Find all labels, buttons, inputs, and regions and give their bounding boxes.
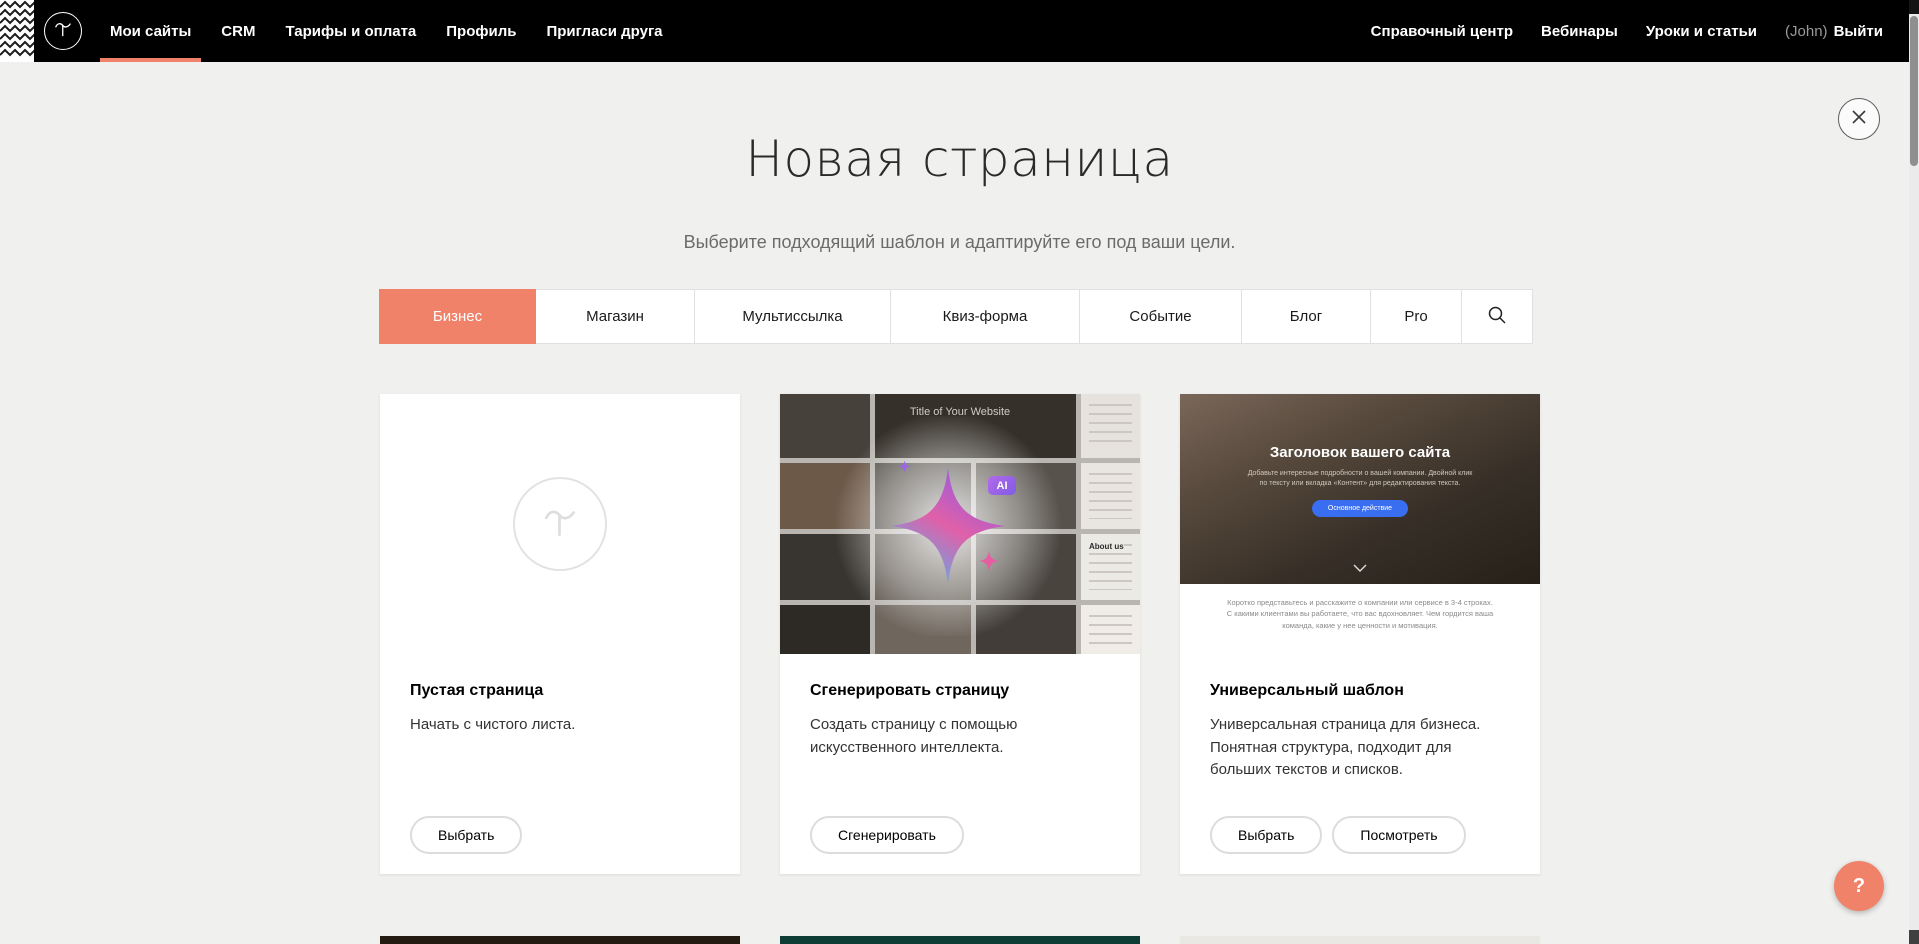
card-description: Универсальная страница для бизнеса. Поня…: [1210, 714, 1510, 782]
scrollbar-thumb[interactable]: [1910, 16, 1918, 166]
collage-panel-label: About us: [1089, 542, 1124, 551]
logout-label: Выйти: [1834, 23, 1883, 40]
nav-invite-friend[interactable]: Пригласи друга: [546, 0, 662, 62]
card-actions: Сгенерировать: [810, 816, 964, 854]
card-body: Универсальный шаблон Универсальная стран…: [1180, 654, 1540, 782]
card-actions: Выбрать Посмотреть: [1210, 816, 1466, 854]
card-title: Пустая страница: [410, 682, 710, 700]
template-hero-title: Заголовок вашего сайта: [1270, 444, 1450, 461]
search-icon: [1487, 305, 1507, 329]
blank-page-preview: [380, 394, 740, 654]
nav-label: Уроки и статьи: [1646, 23, 1757, 40]
template-preview: Заголовок вашего сайта Добавьте интересн…: [1180, 394, 1540, 654]
tab-business[interactable]: Бизнес: [379, 289, 536, 344]
card-title: Универсальный шаблон: [1210, 682, 1510, 700]
small-sparkle-icon: [978, 550, 1000, 572]
scroll-up-arrow[interactable]: [1909, 0, 1919, 14]
search-tab[interactable]: [1461, 289, 1533, 344]
new-page-dialog: Мои сайты CRM Тарифы и оплата Профиль Пр…: [0, 0, 1919, 944]
page-title: Новая страница: [0, 130, 1919, 188]
zigzag-pattern-decoration: [0, 0, 34, 62]
logout-link[interactable]: (John) Выйти: [1785, 0, 1883, 62]
help-button[interactable]: ?: [1834, 861, 1884, 911]
tab-event[interactable]: Событие: [1079, 289, 1242, 344]
tab-blog[interactable]: Блог: [1241, 289, 1371, 344]
tilda-logo-icon: [52, 18, 74, 45]
template-hero-subtitle: Добавьте интересные подробности о вашей …: [1243, 469, 1477, 489]
user-name: (John): [1785, 23, 1828, 40]
chevron-down-icon: [1353, 559, 1367, 577]
template-category-tabs: Бизнес Магазин Мультиссылка Квиз-форма С…: [380, 289, 1540, 344]
tiny-sparkle-icon: [898, 460, 911, 473]
card-body: Сгенерировать страницу Создать страницу …: [780, 654, 1140, 759]
select-blank-button[interactable]: Выбрать: [410, 816, 522, 854]
nav-help-center[interactable]: Справочный центр: [1371, 0, 1513, 62]
nav-lessons[interactable]: Уроки и статьи: [1646, 0, 1757, 62]
nav-tariffs[interactable]: Тарифы и оплата: [285, 0, 416, 62]
nav-label: Тарифы и оплата: [285, 23, 416, 40]
nav-label: Вебинары: [1541, 23, 1618, 40]
nav-label: Справочный центр: [1371, 23, 1513, 40]
top-navbar: Мои сайты CRM Тарифы и оплата Профиль Пр…: [0, 0, 1919, 62]
nav-my-sites[interactable]: Мои сайты: [110, 0, 191, 62]
tab-pro[interactable]: Pro: [1370, 289, 1462, 344]
nav-crm[interactable]: CRM: [221, 0, 255, 62]
card-body: Пустая страница Начать с чистого листа.: [380, 654, 740, 737]
card-title: Сгенерировать страницу: [810, 682, 1110, 700]
template-hero-button: Основное действие: [1312, 500, 1408, 517]
main-nav: Мои сайты CRM Тарифы и оплата Профиль Пр…: [110, 0, 663, 62]
tab-store[interactable]: Магазин: [535, 289, 695, 344]
nav-label: Профиль: [446, 23, 516, 40]
nav-label: CRM: [221, 23, 255, 40]
template-grid: Пустая страница Начать с чистого листа. …: [380, 394, 1540, 874]
card-description: Начать с чистого листа.: [410, 714, 710, 737]
generate-button[interactable]: Сгенерировать: [810, 816, 964, 854]
tilda-watermark-icon: [539, 501, 581, 548]
scroll-down-arrow[interactable]: [1909, 930, 1919, 944]
tilda-watermark-circle: [513, 477, 607, 571]
page-subtitle: Выберите подходящий шаблон и адаптируйте…: [0, 232, 1919, 253]
nav-label: Мои сайты: [110, 23, 191, 40]
vertical-scrollbar[interactable]: [1909, 0, 1919, 944]
next-template-card-preview[interactable]: [1180, 936, 1540, 944]
ai-badge: AI: [988, 476, 1016, 495]
nav-profile[interactable]: Профиль: [446, 0, 516, 62]
ai-preview: About us Title of Your Website: [780, 394, 1140, 654]
card-ai-generate[interactable]: About us Title of Your Website: [780, 394, 1140, 874]
tab-multilink[interactable]: Мультиссылка: [694, 289, 891, 344]
collage-site-title: Title of Your Website: [780, 406, 1140, 418]
tab-quiz-form[interactable]: Квиз-форма: [890, 289, 1080, 344]
select-template-button[interactable]: Выбрать: [1210, 816, 1322, 854]
preview-template-button[interactable]: Посмотреть: [1332, 816, 1465, 854]
nav-webinars[interactable]: Вебинары: [1541, 0, 1618, 62]
close-icon: [1851, 109, 1867, 130]
template-body-text: Коротко представьтесь и расскажите о ком…: [1180, 584, 1540, 654]
close-dialog-button[interactable]: [1838, 98, 1880, 140]
tilda-logo[interactable]: [44, 12, 82, 50]
nav-label: Пригласи друга: [546, 23, 662, 40]
card-description: Создать страницу с помощью искусственног…: [810, 714, 1110, 759]
template-hero-thumbnail: Заголовок вашего сайта Добавьте интересн…: [1180, 394, 1540, 584]
card-actions: Выбрать: [410, 816, 522, 854]
card-blank-page[interactable]: Пустая страница Начать с чистого листа. …: [380, 394, 740, 874]
next-template-row: [380, 936, 1540, 944]
card-universal-template[interactable]: Заголовок вашего сайта Добавьте интересн…: [1180, 394, 1540, 874]
secondary-nav: Справочный центр Вебинары Уроки и статьи…: [1371, 0, 1883, 62]
next-template-card-preview[interactable]: [780, 936, 1140, 944]
next-template-card-preview[interactable]: [380, 936, 740, 944]
